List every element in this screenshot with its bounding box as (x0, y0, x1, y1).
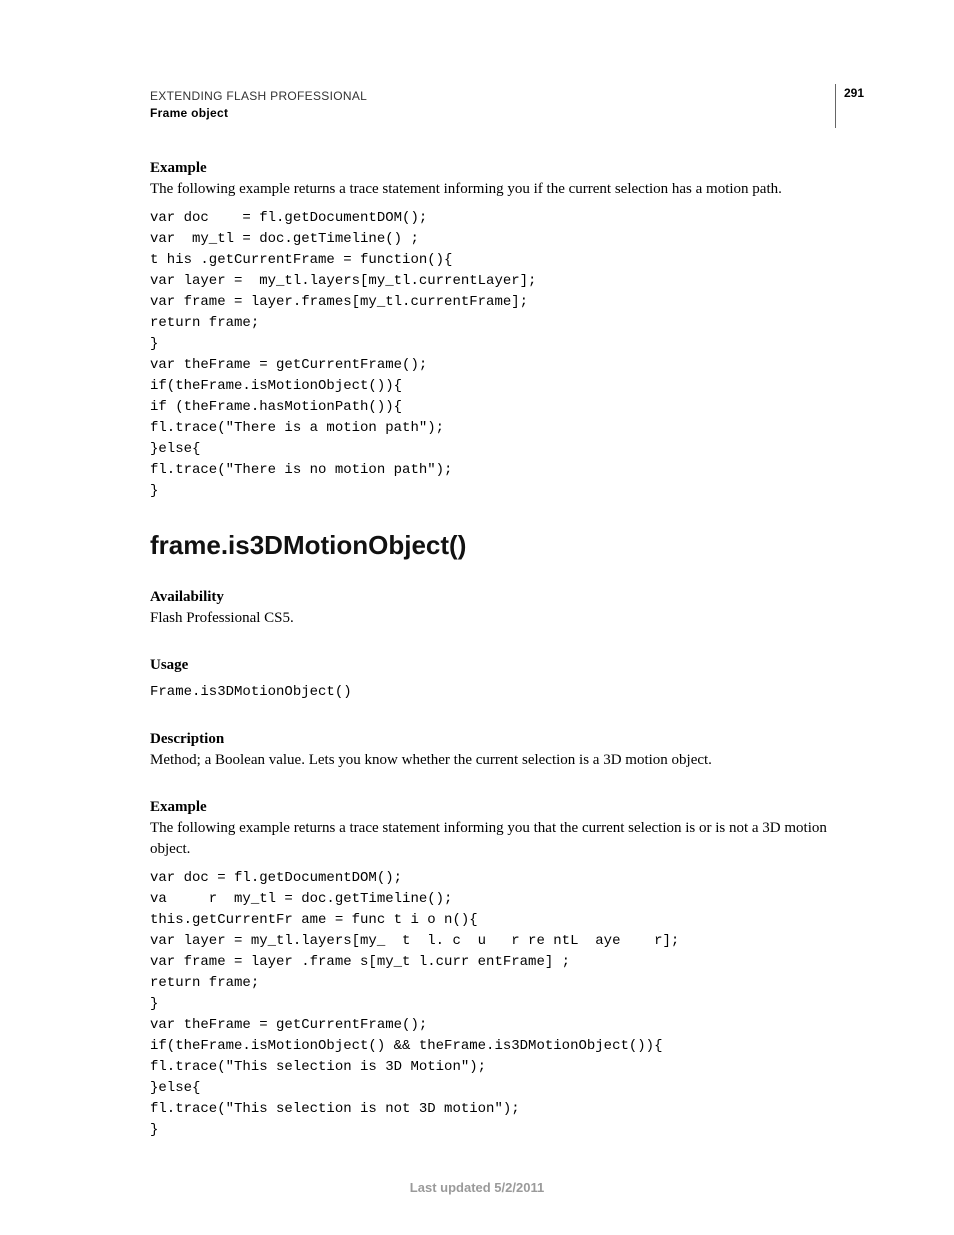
page-number: 291 (835, 84, 864, 128)
example1-intro: The following example returns a trace st… (150, 179, 864, 200)
description-label: Description (150, 731, 864, 748)
example2-intro: The following example returns a trace st… (150, 818, 864, 860)
page-header: EXTENDING FLASH PROFESSIONAL Frame objec… (150, 88, 864, 132)
usage-label: Usage (150, 657, 864, 674)
document-page: EXTENDING FLASH PROFESSIONAL Frame objec… (0, 0, 954, 1235)
example2-code: var doc = fl.getDocumentDOM(); va r my_t… (150, 868, 864, 1141)
example1-label: Example (150, 160, 864, 177)
usage-code: Frame.is3DMotionObject() (150, 682, 864, 703)
header-left: EXTENDING FLASH PROFESSIONAL Frame objec… (150, 88, 367, 122)
header-title-line1: EXTENDING FLASH PROFESSIONAL (150, 88, 367, 105)
availability-text: Flash Professional CS5. (150, 608, 864, 629)
example2-label: Example (150, 799, 864, 816)
description-text: Method; a Boolean value. Lets you know w… (150, 750, 864, 771)
header-title-line2: Frame object (150, 105, 367, 122)
example1-code: var doc = fl.getDocumentDOM(); var my_tl… (150, 208, 864, 502)
page-footer: Last updated 5/2/2011 (0, 1180, 954, 1195)
availability-label: Availability (150, 589, 864, 606)
api-heading: frame.is3DMotionObject() (150, 530, 864, 561)
